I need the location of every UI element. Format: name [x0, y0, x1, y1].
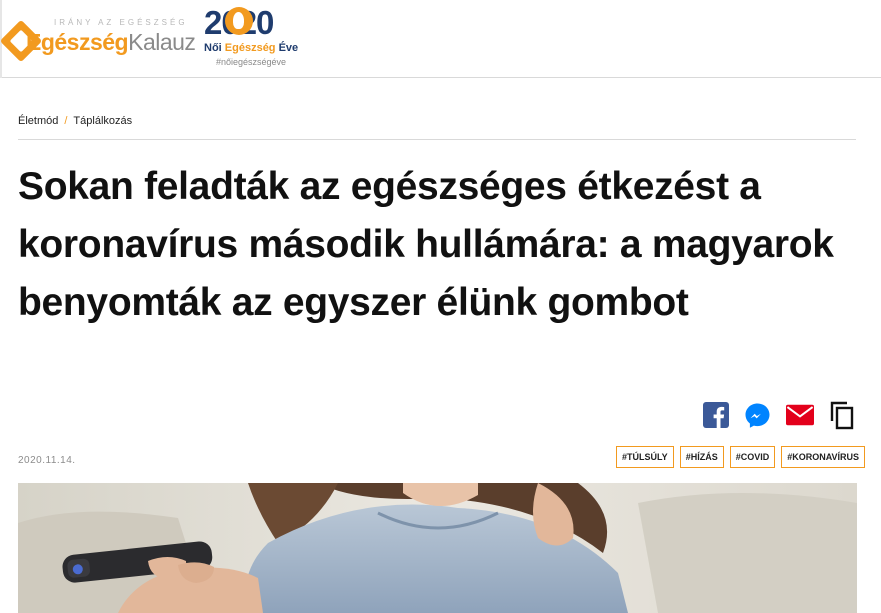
copy-link-icon: [830, 401, 854, 430]
article-hero-image: [18, 483, 857, 613]
site-header: IRÁNY AZ EGÉSZSÉG EgészségKalauz 2020 Nő…: [0, 0, 881, 78]
share-messenger-button[interactable]: [743, 401, 771, 429]
breadcrumb: Életmód / Táplálkozás: [18, 115, 132, 127]
messenger-icon: [745, 403, 769, 428]
tag-hizas[interactable]: #HÍZÁS: [679, 446, 724, 468]
logo-name-secondary: Kalauz: [128, 29, 196, 55]
logo-name-primary: Egészség: [26, 29, 129, 55]
copy-link-button[interactable]: [828, 401, 856, 430]
share-email-button[interactable]: [786, 401, 814, 429]
woman-silhouette-icon: [225, 7, 253, 35]
tag-list: #TÚLSÚLY #HÍZÁS #COVID #KORONAVÍRUS: [616, 446, 866, 468]
breadcrumb-item-taplalkozas[interactable]: Táplálkozás: [73, 115, 132, 127]
breadcrumb-item-eletmod[interactable]: Életmód: [18, 115, 58, 127]
logo-text: EgészségKalauz: [26, 28, 196, 56]
badge-hashtag: #nőiegészségéve: [216, 57, 287, 67]
email-icon: [786, 404, 814, 426]
tag-koronavirus[interactable]: #KORONAVÍRUS: [781, 446, 866, 468]
tag-covid[interactable]: #COVID: [729, 446, 776, 468]
share-facebook-button[interactable]: [702, 401, 730, 429]
breadcrumb-separator: /: [64, 115, 68, 127]
tag-tulsuly[interactable]: #TÚLSÚLY: [616, 446, 674, 468]
badge-title: Női Egészség Éve: [204, 42, 299, 54]
divider: [18, 139, 856, 140]
facebook-icon: [703, 402, 729, 428]
logo-tagline: IRÁNY AZ EGÉSZSÉG: [54, 18, 188, 27]
site-logo[interactable]: IRÁNY AZ EGÉSZSÉG EgészségKalauz: [0, 6, 196, 66]
article-title: Sokan feladták az egészséges étkezést a …: [18, 165, 834, 324]
article-date: 2020.11.14.: [18, 455, 76, 466]
woman-with-remote-photo: [18, 483, 857, 613]
campaign-badge[interactable]: 2020 Női Egészség Éve #nőiegészségéve: [204, 4, 314, 70]
